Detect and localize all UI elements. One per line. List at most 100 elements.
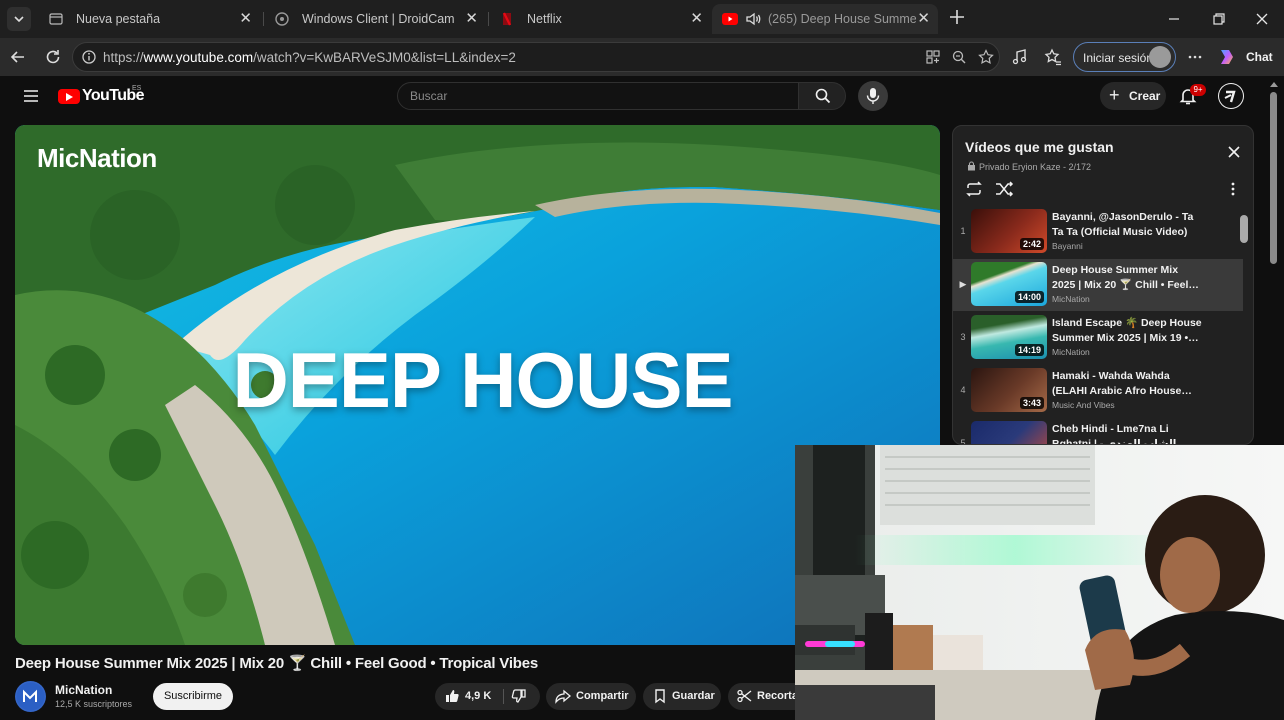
webcam-overlay	[795, 445, 1284, 720]
voice-search-button[interactable]	[858, 81, 888, 111]
video-duration: 14:19	[1014, 344, 1044, 356]
region-code: ES	[132, 85, 142, 92]
tab-label: Nueva pestaña	[76, 12, 161, 26]
microphone-icon	[866, 88, 880, 104]
webcam-feed-image	[795, 445, 1284, 720]
close-tab-icon[interactable]: ✕	[239, 11, 252, 27]
music-extension-icon	[1012, 49, 1027, 65]
tab-label: (265) Deep House Summer Mix 2025 | Mix 2…	[768, 12, 916, 26]
account-avatar[interactable]	[1218, 83, 1244, 109]
playlist-item-title: Deep House Summer Mix 2025 | Mix 20 🍸 Ch…	[1052, 264, 1199, 291]
zoom-icon[interactable]	[951, 49, 967, 65]
playlist-more-button[interactable]	[1229, 181, 1237, 197]
channel-avatar[interactable]	[15, 681, 46, 712]
create-button[interactable]: + Crear	[1100, 82, 1166, 110]
tab-label: Netflix	[527, 12, 562, 26]
star-icon[interactable]	[978, 49, 994, 65]
playlist-meta: Privado Eryion Kaze - 2/172	[967, 161, 1091, 172]
playlist-item-title: Hamaki - Wahda Wahda (ELAHI Arabic Afro …	[1052, 370, 1192, 397]
copilot-chat-button[interactable]: Chat	[1216, 46, 1276, 68]
guide-menu-button[interactable]	[22, 87, 40, 105]
close-window-button[interactable]	[1252, 9, 1272, 29]
chevron-down-icon	[14, 16, 24, 23]
playlist-item-thumbnail: 3:43	[971, 368, 1047, 412]
shuffle-button[interactable]	[994, 180, 1014, 198]
playlist-title[interactable]: Vídeos que me gustan	[965, 139, 1114, 155]
reload-button[interactable]	[44, 48, 62, 66]
tab-new-tab[interactable]: Nueva pestaña ✕	[38, 4, 260, 34]
url-prefix: https://	[103, 50, 144, 65]
playlist-scrollbar-thumb[interactable]	[1240, 215, 1248, 243]
share-label: Compartir	[576, 690, 629, 702]
subscribe-button[interactable]: Suscribirme	[153, 683, 233, 710]
playlist-item-index: 4	[960, 385, 966, 395]
apps-icon[interactable]	[925, 49, 941, 65]
playlist-item-index: 1	[960, 226, 966, 236]
playlist-item-index: 5	[960, 438, 966, 445]
search-button[interactable]	[798, 82, 846, 110]
playlist-item-thumbnail: 14:00	[971, 262, 1047, 306]
profile-avatar-icon	[1149, 46, 1171, 68]
loop-icon	[966, 181, 982, 197]
save-label: Guardar	[672, 690, 715, 702]
like-button[interactable]: 4,9 K	[435, 683, 503, 710]
playlist-item-title: Island Escape 🌴 Deep House Summer Mix 20…	[1052, 317, 1202, 344]
tab-droidcam[interactable]: Windows Client | DroidCam ✕	[264, 4, 486, 34]
playlist-item[interactable]: 5 Cheb Hindi - Lme7na Li Bghatni | الشاب…	[953, 418, 1243, 445]
video-duration: 2:42	[1019, 238, 1044, 250]
playlist-item-title: Cheb Hindi - Lme7na Li Bghatni | الشاب ا…	[1052, 423, 1177, 445]
reload-icon	[46, 50, 60, 64]
page-scrollbar-thumb[interactable]	[1270, 92, 1277, 264]
close-icon	[1228, 146, 1240, 158]
close-tab-icon[interactable]: ✕	[917, 11, 930, 27]
playlist-item[interactable]: 4 3:43 Hamaki - Wahda Wahda (ELAHI Arabi…	[953, 365, 1243, 417]
youtube-play-logo-icon	[58, 89, 80, 104]
more-menu-button[interactable]	[1186, 48, 1204, 66]
address-bar[interactable]: https://www.youtube.com/watch?v=KwBARVeS…	[72, 42, 1000, 72]
site-info-icon[interactable]	[81, 49, 97, 65]
sign-in-label: Iniciar sesión	[1083, 51, 1154, 65]
browser-tab-strip: Nueva pestaña ✕ Windows Client | DroidCa…	[0, 0, 1284, 38]
share-icon	[555, 689, 571, 704]
speaker-icon[interactable]	[744, 10, 762, 28]
page-scrollbar-up-icon[interactable]	[1269, 80, 1279, 88]
tab-youtube-active[interactable]: (265) Deep House Summer Mix 2025 | Mix 2…	[712, 4, 938, 34]
lock-icon	[968, 161, 975, 171]
extension-button[interactable]	[1011, 48, 1029, 66]
video-title: Deep House Summer Mix 2025 | Mix 20 🍸 Ch…	[15, 655, 539, 672]
close-tab-icon[interactable]: ✕	[465, 11, 478, 27]
playlist-item-thumbnail: 14:19	[971, 315, 1047, 359]
restore-button[interactable]	[1209, 9, 1229, 29]
dislike-button[interactable]	[504, 683, 540, 710]
playlist-item-channel: Music And Vibes	[1052, 400, 1115, 410]
scissors-icon	[737, 689, 752, 703]
channel-name[interactable]: MicNation	[55, 683, 112, 697]
loop-button[interactable]	[964, 180, 984, 198]
close-playlist-button[interactable]	[1227, 145, 1241, 159]
sign-in-button[interactable]: Iniciar sesión	[1073, 42, 1176, 72]
notification-count-badge: 9+	[1190, 84, 1206, 96]
playlist-item-current[interactable]: ▶ 14:00 Deep House Summer Mix 2025 | Mix…	[953, 259, 1243, 311]
playlist-item[interactable]: 3 14:19 Island Escape 🌴 Deep House Summe…	[953, 312, 1243, 364]
channel-watermark: MicNation	[37, 143, 157, 173]
save-button[interactable]: Guardar	[643, 683, 721, 710]
tab-netflix[interactable]: Netflix ✕	[489, 4, 711, 34]
now-playing-icon: ▶	[959, 279, 967, 289]
playlist-item[interactable]: 1 2:42 Bayanni, @JasonDerulo - Ta Ta Ta …	[953, 206, 1243, 258]
video-duration: 3:43	[1019, 397, 1044, 409]
tab-actions-button[interactable]	[7, 7, 31, 31]
playlist-item-channel: Bayanni	[1052, 241, 1083, 251]
minimize-icon	[1169, 18, 1179, 20]
like-dislike-group: 4,9 K	[435, 683, 540, 710]
tab-label: Windows Client | DroidCam	[302, 12, 455, 26]
close-tab-icon[interactable]: ✕	[690, 11, 703, 27]
minimize-button[interactable]	[1164, 9, 1184, 29]
share-button[interactable]: Compartir	[546, 683, 636, 710]
netflix-icon	[503, 12, 511, 26]
favorites-button[interactable]	[1044, 48, 1062, 66]
new-tab-button[interactable]	[946, 6, 968, 28]
playlist-item-channel: MicNation	[1052, 347, 1090, 357]
back-button[interactable]	[9, 48, 27, 66]
search-input[interactable]	[397, 82, 799, 110]
hamburger-menu-icon	[24, 90, 38, 102]
